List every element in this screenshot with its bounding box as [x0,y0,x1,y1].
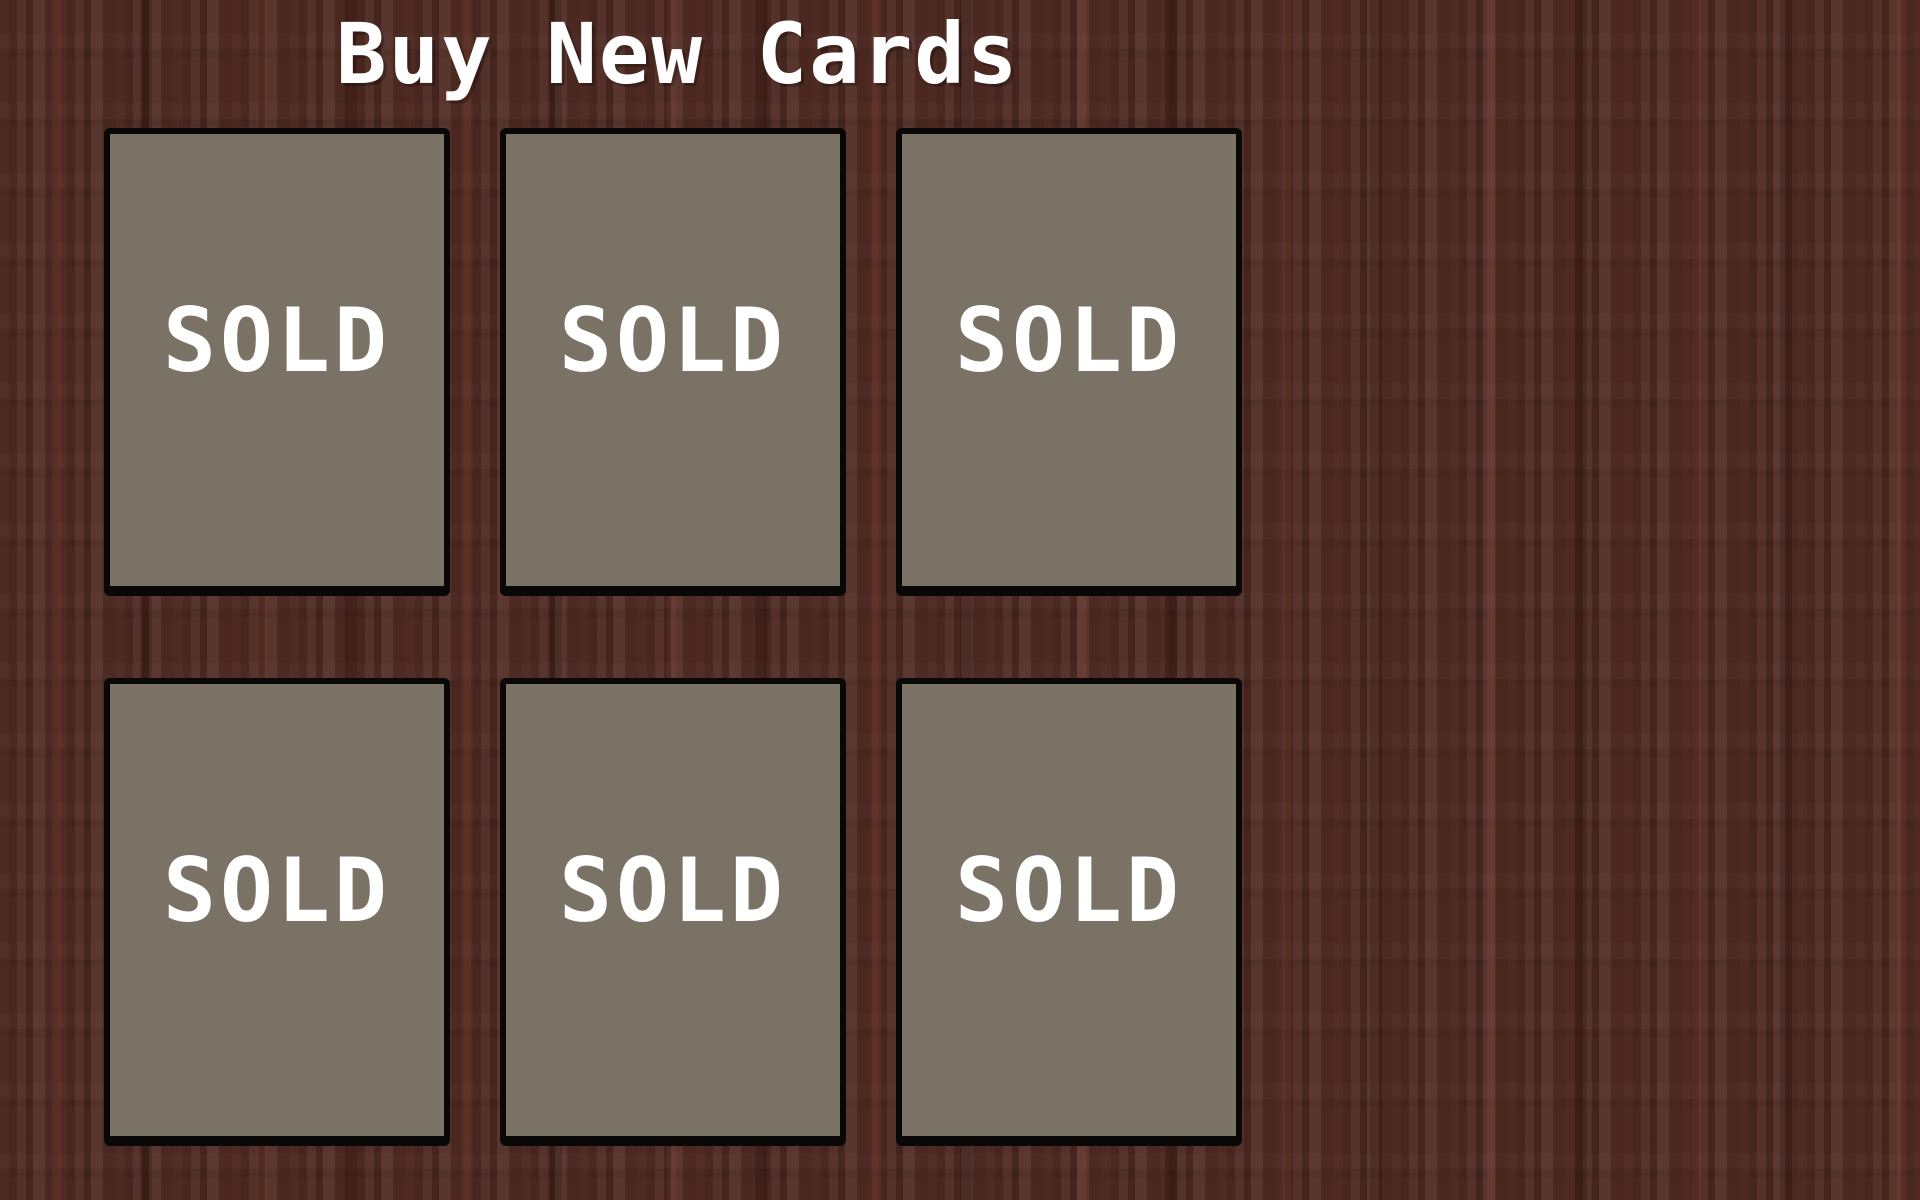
shop-title: Buy New Cards [336,5,1020,103]
card-slot-3[interactable]: SOLD [896,128,1242,592]
card-slot-4[interactable]: SOLD [104,678,450,1142]
card-slot-2[interactable]: SOLD [500,128,846,592]
card-slot-5[interactable]: SOLD [500,678,846,1142]
card-grid: SOLD SOLD SOLD SOLD SOLD SOLD [104,128,1242,1142]
card-slot-6[interactable]: SOLD [896,678,1242,1142]
card-slot-1[interactable]: SOLD [104,128,450,592]
sold-label: SOLD [559,838,787,942]
sold-label: SOLD [163,288,391,392]
sold-label: SOLD [955,288,1183,392]
sold-label: SOLD [955,838,1183,942]
sold-label: SOLD [163,838,391,942]
sold-label: SOLD [559,288,787,392]
